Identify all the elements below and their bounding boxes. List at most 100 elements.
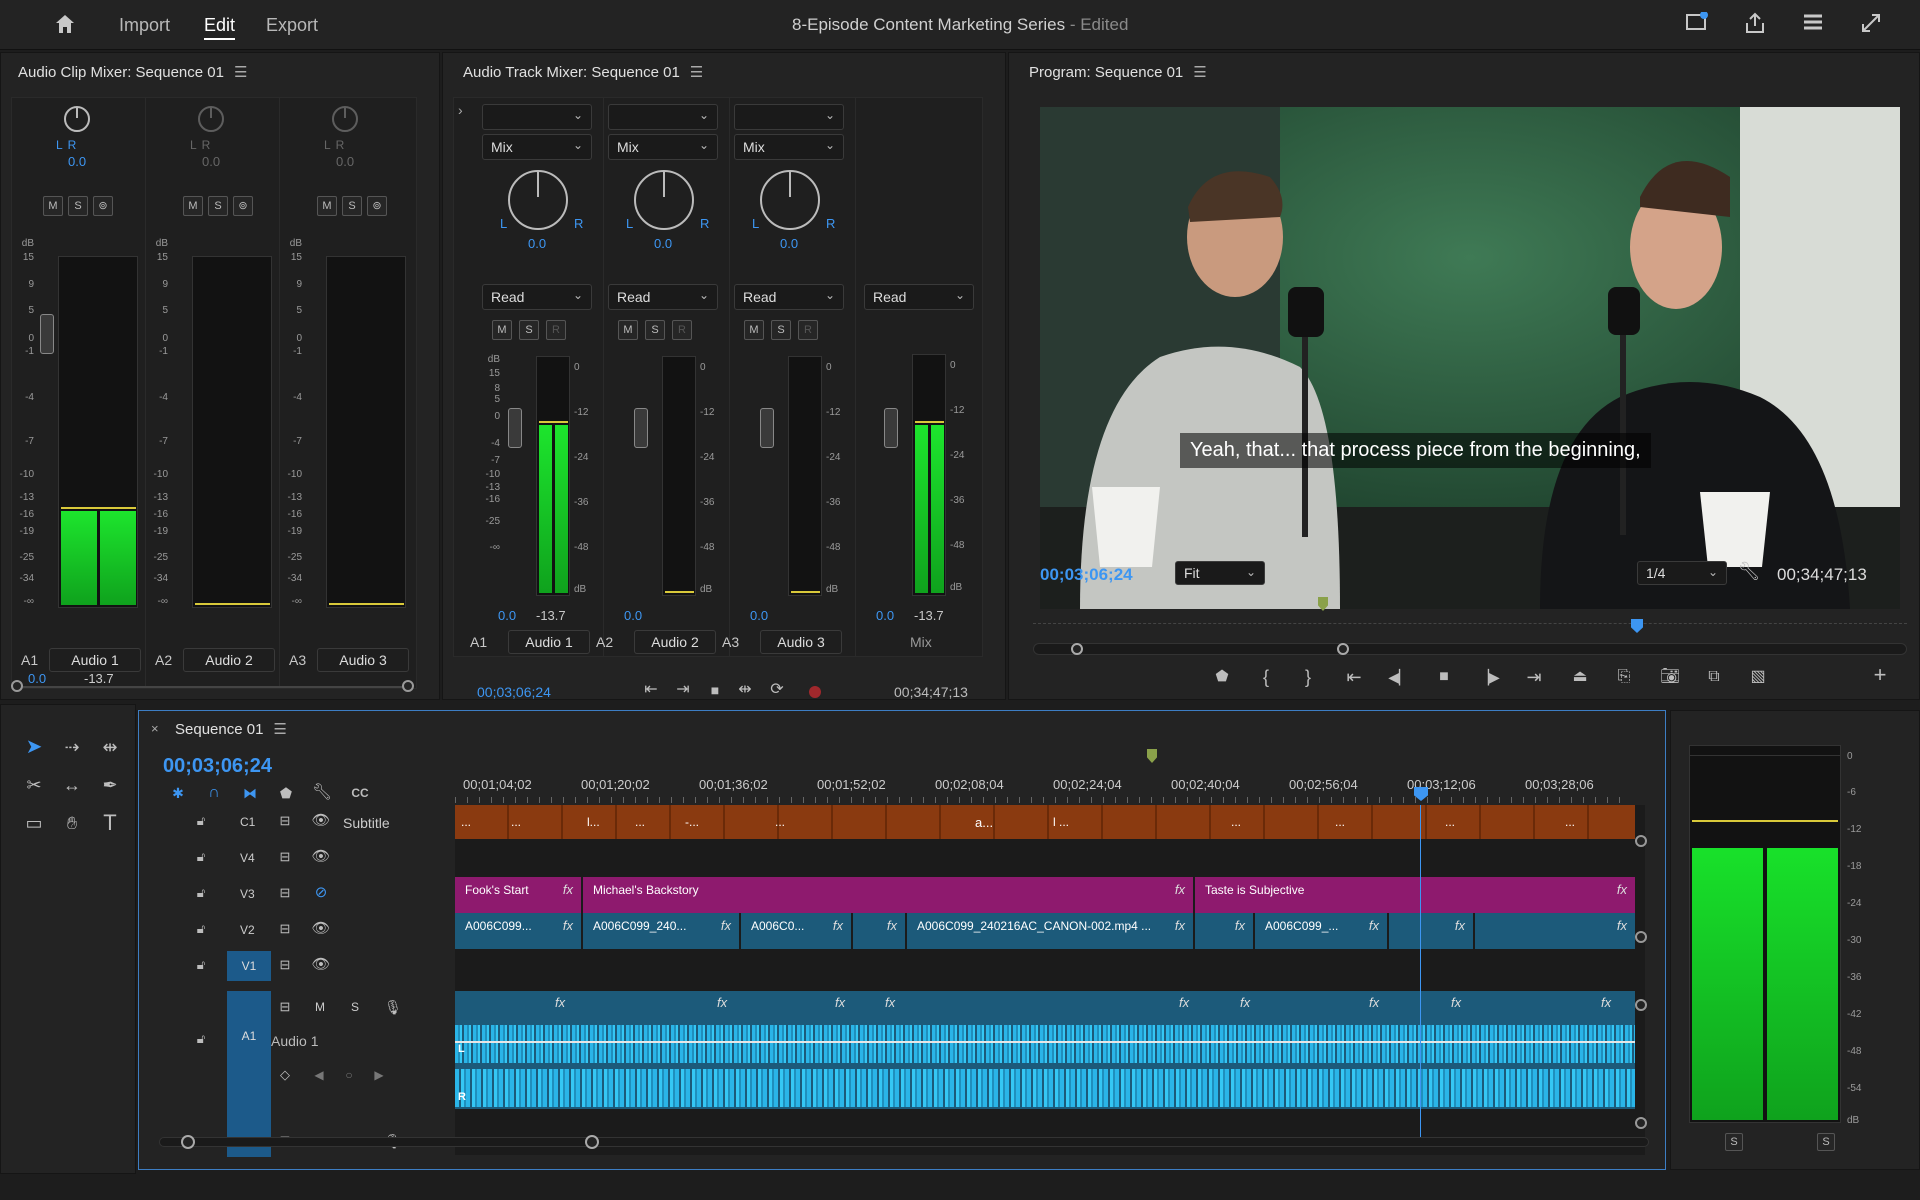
pan-knob[interactable] [634,170,694,230]
subtitle-clip[interactable]: ... [461,815,471,829]
panel-menu-icon[interactable]: ☰ [690,64,703,81]
voice-over-button[interactable]: ⊚ [367,196,387,216]
zoom-handle-left[interactable] [1071,643,1083,655]
track-id[interactable]: C1 [240,815,255,829]
h-scroll-handle-right[interactable] [585,1135,599,1149]
mark-out-icon[interactable]: } [1296,665,1320,689]
close-sequence-icon[interactable]: × [151,721,159,736]
solo-button[interactable]: S [68,196,88,216]
v-scroll-handle[interactable] [1635,931,1647,943]
eye-icon[interactable]: 👁︎ [311,809,331,833]
quick-export-icon[interactable] [1684,11,1710,38]
subtitle-clip[interactable]: ... [1445,815,1455,829]
record-enable-button[interactable]: R [798,320,818,340]
mute-button[interactable]: M [43,196,63,216]
linked-selection-icon[interactable]: ⧓ [239,781,261,805]
toggle-sync-icon[interactable]: ⊟ [275,953,295,977]
solo-left-button[interactable]: S [1725,1133,1743,1151]
go-to-in-icon[interactable]: ⇤ [639,678,663,702]
v2-clip[interactable]: A006C099_240216AC_CANON-002.mp4 ... fx [907,913,1193,949]
volume-fader[interactable] [634,408,648,448]
nest-icon[interactable]: ✱ [167,781,189,805]
comparison-view-icon[interactable]: ⧉ [1700,665,1728,689]
snap-icon[interactable]: ∩ [203,781,225,805]
v3-clip[interactable]: Fook's Start fx [455,877,581,913]
solo-button[interactable]: S [208,196,228,216]
add-marker-icon[interactable]: ⬟ [275,781,297,805]
v3-clip[interactable]: Michael's Backstory fx [583,877,1193,913]
fx-badge[interactable]: fx [1175,882,1185,897]
wrench-settings-icon[interactable]: 🔧︎ [1737,559,1761,583]
fx-badge[interactable]: fx [1175,918,1185,933]
stop-icon[interactable]: ■ [703,678,727,702]
effect-slot-dropdown[interactable]: ⌄ [608,104,718,130]
automation-dropdown[interactable]: Read ⌄ [734,284,844,310]
razor-tool-icon[interactable]: ✂︎ [19,773,49,797]
track-id[interactable]: V2 [240,923,255,937]
automation-dropdown[interactable]: Read ⌄ [608,284,718,310]
panel-menu-icon[interactable]: ☰ [273,721,286,738]
share-icon[interactable] [1742,12,1768,40]
rectangle-tool-icon[interactable]: ▭ [19,811,49,835]
volume-fader[interactable] [760,408,774,448]
fx-badge[interactable]: fx [1451,995,1461,1010]
loop-icon[interactable]: ⟳ [765,678,789,702]
pan-knob[interactable] [508,170,568,230]
track-id[interactable]: A1 [227,991,271,1127]
solo-right-button[interactable]: S [1817,1133,1835,1151]
mute-button[interactable]: M [492,320,512,340]
mute-button[interactable]: M [317,196,337,216]
track-id[interactable]: V1 [227,951,271,981]
workspaces-icon[interactable] [1800,12,1826,38]
volume-value[interactable]: 0.0 [750,608,768,623]
pan-value[interactable]: 0.0 [780,236,798,251]
fx-badge[interactable]: fx [1179,995,1189,1010]
extract-icon[interactable]: ⎘ [1610,665,1638,689]
voice-over-button[interactable]: ⊚ [93,196,113,216]
fx-badge[interactable]: fx [1601,995,1611,1010]
type-tool-icon[interactable]: T [95,811,125,835]
lock-icon[interactable]: 🔓︎ [191,809,211,833]
fx-badge[interactable]: fx [1240,995,1250,1010]
zoom-handle-right[interactable] [1337,643,1349,655]
program-current-time[interactable]: 00;03;06;24 [1040,565,1133,585]
lock-icon[interactable]: 🔓︎ [191,845,211,869]
lift-icon[interactable]: ⏏ [1566,665,1594,689]
v-scroll-handle[interactable] [1635,999,1647,1011]
track-select-tool-icon[interactable]: ⇢ [57,735,87,759]
next-keyframe-icon[interactable]: ▶ [369,1063,389,1087]
mute-track-button[interactable]: M [315,1000,325,1014]
pan-knob[interactable] [760,170,820,230]
camera-icon[interactable]: 📷︎ [1656,665,1684,689]
toggle-sync-icon[interactable]: ⊟ [275,881,295,905]
channel-name[interactable]: Audio 2 [634,630,716,654]
pen-tool-icon[interactable]: ✒︎ [95,773,125,797]
solo-track-button[interactable]: S [351,1000,359,1014]
time-ruler[interactable]: 00;01;04;02 00;01;20;02 00;01;36;02 00;0… [455,765,1645,805]
nav-export[interactable]: Export [266,15,318,36]
fx-badge[interactable]: fx [887,918,897,933]
pan-knob[interactable] [64,106,90,132]
audio-clip-a1[interactable]: L R fx fx fx fx fx fx fx fx fx [455,991,1635,1109]
pan-value[interactable]: 0.0 [654,236,672,251]
toggle-sync-icon[interactable]: ⊟ [275,809,295,833]
channel-name[interactable]: Audio 3 [760,630,842,654]
panel-menu-icon[interactable]: ☰ [1193,64,1206,81]
subtitle-clip[interactable]: ... [511,815,521,829]
stop-icon[interactable]: ■ [1432,665,1456,689]
v2-clip[interactable]: fx [853,913,905,949]
slip-tool-icon[interactable]: ↔ [57,773,87,797]
mute-button[interactable]: M [744,320,764,340]
record-enable-button[interactable]: R [546,320,566,340]
subtitle-clip[interactable]: ... [1231,815,1241,829]
resolution-dropdown[interactable]: 1/4 ⌄ [1637,561,1727,585]
fx-badge[interactable]: fx [1369,995,1379,1010]
horizontal-scrollbar[interactable] [15,686,409,688]
v2-clip[interactable]: A006C099_... fx [1255,913,1387,949]
play-in-to-out-icon[interactable]: ⇹ [733,678,757,702]
eye-icon[interactable]: 👁︎ [311,953,331,977]
keyframe-add-icon[interactable]: ◇ [275,1063,295,1087]
playhead-line[interactable] [1420,805,1421,1147]
captions-icon[interactable]: CC [347,781,373,805]
volume-value[interactable]: 0.0 [498,608,516,623]
